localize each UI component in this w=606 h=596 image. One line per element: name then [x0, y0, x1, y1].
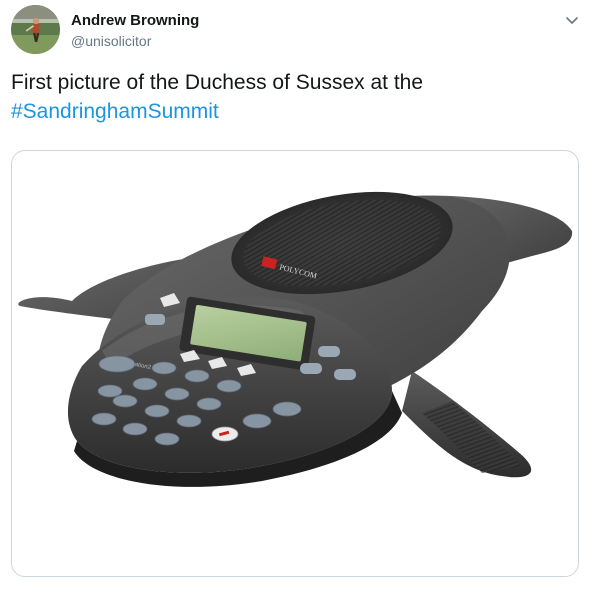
author-avatar[interactable]: [11, 5, 60, 54]
tweet-text: First picture of the Duchess of Sussex a…: [11, 68, 591, 126]
author-display-name[interactable]: Andrew Browning: [71, 12, 199, 30]
speakerphone-image: POLYCOM SoundStation2: [18, 191, 573, 487]
chevron-down-icon[interactable]: [563, 11, 581, 29]
hashtag-link[interactable]: #SandringhamSummit: [11, 100, 219, 123]
tweet-media-image[interactable]: POLYCOM SoundStation2: [11, 150, 579, 577]
tweet-text-body: First picture of the Duchess of Sussex a…: [11, 71, 424, 94]
avatar-image: [11, 5, 60, 54]
tweet-card: Andrew Browning @unisolicitor First pict…: [0, 0, 606, 596]
author-handle[interactable]: @unisolicitor: [71, 32, 151, 50]
